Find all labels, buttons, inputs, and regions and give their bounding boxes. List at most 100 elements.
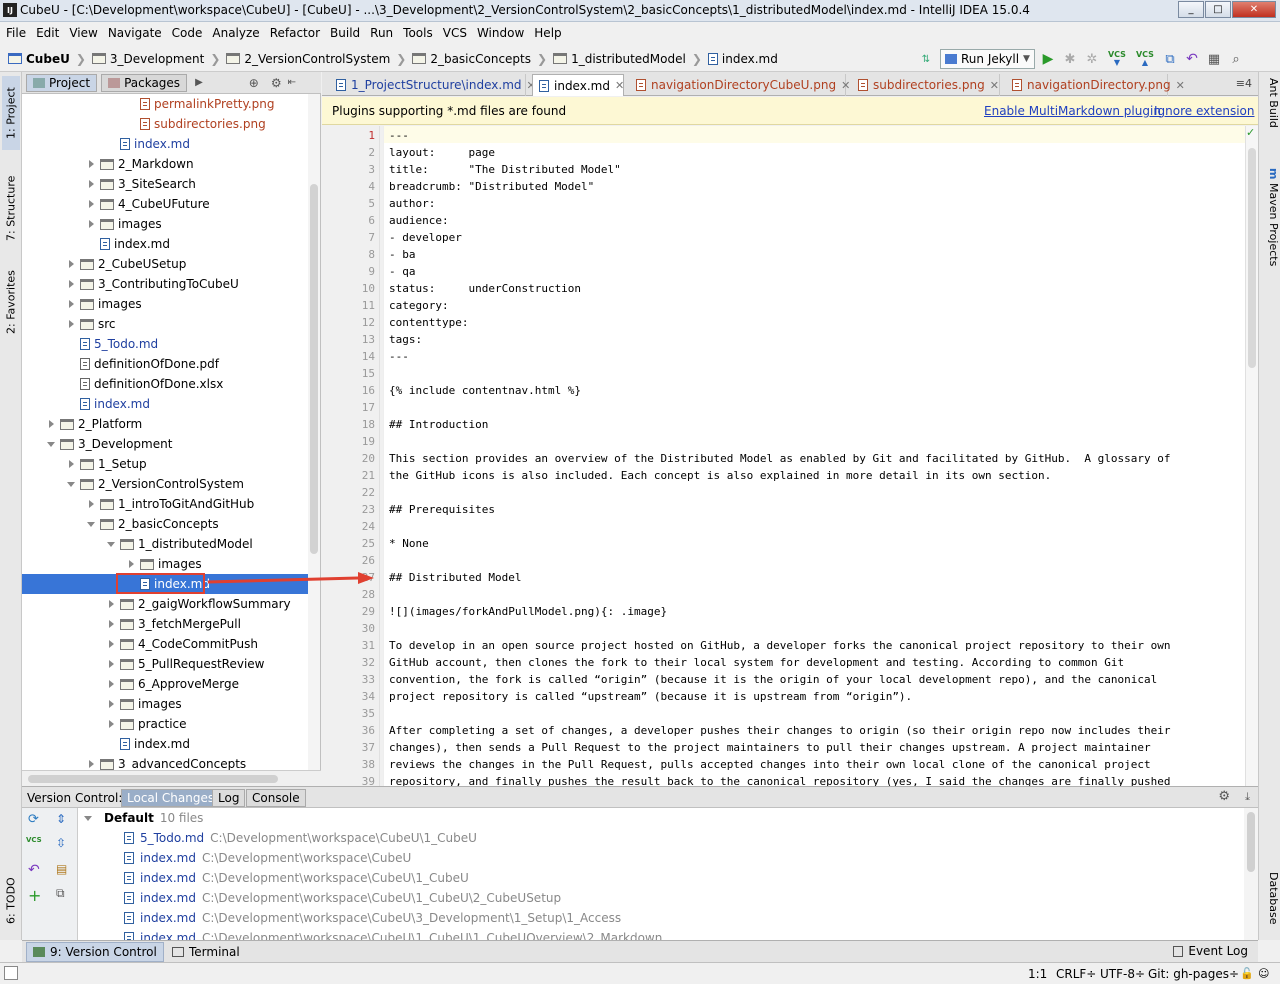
tree-hscrollbar-thumb[interactable]	[28, 775, 278, 783]
code-line[interactable]: audience:	[389, 212, 449, 229]
tab-terminal[interactable]: Terminal	[166, 942, 246, 962]
code-line[interactable]: the GitHub icons is also included. Each …	[389, 467, 1051, 484]
tree-node[interactable]: images	[86, 214, 162, 234]
tree-node[interactable]: 2_VersionControlSystem	[66, 474, 244, 494]
tree-node[interactable]: 3_Development	[46, 434, 172, 454]
expand-arrow-icon[interactable]	[88, 500, 94, 508]
code-line[interactable]: - developer	[389, 229, 462, 246]
close-tab-icon[interactable]: ✕	[990, 79, 999, 92]
tab-local-changes[interactable]: Local Changes	[121, 789, 221, 807]
tree-scrollbar-thumb[interactable]	[310, 184, 318, 554]
search-icon[interactable]: ⌕	[1227, 50, 1245, 68]
editor-tab[interactable]: index.md ✕	[532, 74, 624, 96]
tree-node[interactable]: images	[66, 294, 142, 314]
vcs-update-icon[interactable]: VCS ▼	[1105, 50, 1129, 68]
tree-node[interactable]: index.md	[106, 134, 190, 154]
expand-arrow-icon[interactable]	[68, 260, 74, 268]
close-tab-icon[interactable]: ✕	[841, 79, 850, 92]
code-line[interactable]: reviews the changes in the Pull Request,…	[389, 756, 1151, 773]
tool-tab-project[interactable]: 1: Project	[2, 76, 20, 150]
breadcrumb-item[interactable]: 1_distributedModel ❯	[553, 52, 702, 66]
inspector-icon[interactable]: ☺	[1258, 967, 1269, 980]
tree-node[interactable]: 4_CubeUFuture	[86, 194, 210, 214]
breadcrumb-item[interactable]: 3_Development ❯	[91, 52, 220, 66]
menu-code[interactable]: Code	[172, 26, 203, 40]
tree-node[interactable]: definitionOfDone.pdf	[66, 354, 219, 374]
copy-icon[interactable]: ⧉	[56, 886, 65, 901]
tool-tab-database[interactable]: Database	[1262, 872, 1280, 938]
revert-icon[interactable]: ↶	[1183, 50, 1201, 68]
tree-node[interactable]: 2_basicConcepts	[86, 514, 219, 534]
code-line[interactable]: This section provides an overview of the…	[389, 450, 1170, 467]
code-line[interactable]: convention, the fork is called “origin” …	[389, 671, 1157, 688]
menu-build[interactable]: Build	[330, 26, 360, 40]
tree-node[interactable]: subdirectories.png	[126, 114, 266, 134]
tree-node[interactable]: images	[126, 554, 202, 574]
tree-node[interactable]: 2_gaigWorkflowSummary	[106, 594, 291, 614]
tree-node[interactable]: index.md	[66, 394, 150, 414]
menu-edit[interactable]: Edit	[36, 26, 59, 40]
git-branch[interactable]: Git: gh-pages÷	[1148, 967, 1239, 981]
project-structure-icon[interactable]: ▦	[1205, 50, 1223, 68]
run-configuration-dropdown[interactable]: Run Jekyll ▼	[940, 49, 1035, 69]
tree-node[interactable]: definitionOfDone.xlsx	[66, 374, 223, 394]
editor-tab[interactable]: navigationDirectoryCubeU.png ✕	[630, 74, 850, 96]
shelve-icon[interactable]: ▤	[56, 862, 67, 876]
expand-arrow-icon[interactable]	[68, 300, 74, 308]
collapse-arrow-icon[interactable]	[87, 521, 95, 527]
menu-help[interactable]: Help	[534, 26, 561, 40]
expand-arrow-icon[interactable]	[88, 180, 94, 188]
expand-all-icon[interactable]: ⇕	[56, 812, 66, 826]
expand-arrow-icon[interactable]	[108, 700, 114, 708]
editor-tab[interactable]: subdirectories.png ✕	[852, 74, 1000, 96]
collapse-arrow-icon[interactable]	[67, 481, 75, 487]
editor-scrollbar[interactable]: ✓	[1245, 126, 1258, 786]
coverage-icon[interactable]: ✲	[1083, 50, 1101, 68]
vc-gear-icon[interactable]: ⚙	[1218, 789, 1230, 804]
code-line[interactable]: ---	[389, 348, 409, 365]
file-encoding[interactable]: UTF-8÷	[1100, 967, 1145, 981]
expand-arrow-icon[interactable]	[68, 280, 74, 288]
changed-file-row[interactable]: index.md C:\Development\workspace\CubeU\1…	[124, 928, 662, 940]
tree-node[interactable]: practice	[106, 714, 187, 734]
tree-node[interactable]: 1_Setup	[66, 454, 147, 474]
menu-analyze[interactable]: Analyze	[212, 26, 259, 40]
expand-arrow-icon[interactable]	[108, 660, 114, 668]
code-line[interactable]: contenttype:	[389, 314, 468, 331]
expand-arrow-icon[interactable]	[128, 560, 134, 568]
hide-panel-icon[interactable]: ⇤	[288, 77, 296, 88]
tab-packages[interactable]: Packages	[101, 73, 188, 92]
menu-window[interactable]: Window	[477, 26, 524, 40]
tab-log[interactable]: Log	[212, 789, 246, 807]
changed-file-row[interactable]: index.md C:\Development\workspace\CubeU\1…	[124, 888, 561, 908]
tool-windows-icon[interactable]	[4, 966, 18, 980]
changelist-default[interactable]: Default 10 files	[84, 808, 203, 828]
code-line[interactable]: tags:	[389, 331, 422, 348]
tree-hscrollbar[interactable]	[22, 770, 321, 786]
tree-node[interactable]: 3_SiteSearch	[86, 174, 196, 194]
gear-icon[interactable]: ⚙	[271, 76, 282, 90]
add-changelist-icon[interactable]: +	[28, 886, 41, 905]
breadcrumb-item[interactable]: 2_basicConcepts ❯	[412, 52, 547, 66]
expand-arrow-icon[interactable]	[108, 600, 114, 608]
tool-tab-todo[interactable]: 6: TODO	[2, 868, 20, 934]
caret-position[interactable]: 1:1	[1028, 967, 1047, 981]
code-line[interactable]: ![](images/forkAndPullModel.png){: .imag…	[389, 603, 667, 620]
code-line[interactable]: - qa	[389, 263, 416, 280]
rollback-icon[interactable]: ↶	[28, 862, 40, 878]
tree-node[interactable]: 1_distributedModel	[106, 534, 253, 554]
code-line[interactable]: repository, and finally pushes the resul…	[389, 773, 1170, 786]
breadcrumb-item[interactable]: CubeU ❯	[8, 52, 86, 66]
tree-node[interactable]: 1_introToGitAndGitHub	[86, 494, 254, 514]
lock-icon[interactable]: 🔓	[1240, 967, 1254, 980]
code-line[interactable]: GitHub account, then clones the fork to …	[389, 654, 1124, 671]
expand-arrow-icon[interactable]	[88, 200, 94, 208]
menu-tools[interactable]: Tools	[403, 26, 433, 40]
code-editor[interactable]: --- layout: page title: "The Distributed M…	[383, 126, 1245, 786]
tree-node[interactable]: 3_ContributingToCubeU	[66, 274, 239, 294]
collapse-arrow-icon[interactable]	[47, 441, 55, 447]
minimize-button[interactable]: _	[1178, 1, 1204, 18]
code-line[interactable]: author:	[389, 195, 435, 212]
breadcrumb-item[interactable]: index.md	[707, 52, 778, 66]
menu-view[interactable]: View	[69, 26, 97, 40]
